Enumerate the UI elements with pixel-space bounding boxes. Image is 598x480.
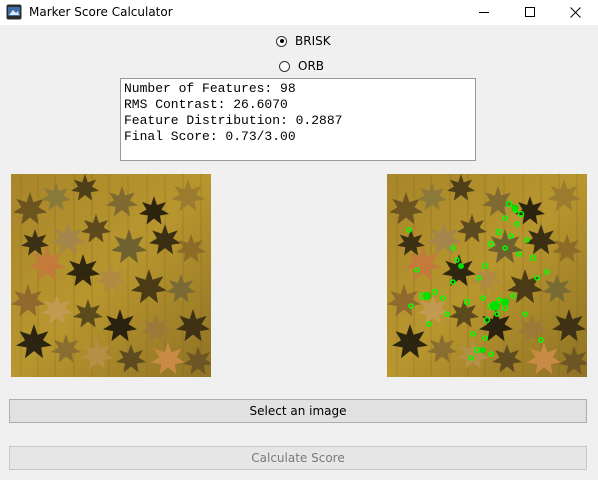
minimize-button[interactable]	[461, 0, 507, 25]
calculate-score-label: Calculate Score	[251, 451, 345, 465]
radio-orb-label: ORB	[298, 59, 325, 73]
close-icon	[570, 7, 581, 18]
keypoints-image	[387, 174, 587, 377]
maximize-icon	[525, 7, 535, 17]
features-count-line: Number of Features: 98	[124, 81, 296, 96]
select-image-button[interactable]: Select an image	[9, 399, 587, 423]
window-title: Marker Score Calculator	[29, 5, 173, 19]
maximize-button[interactable]	[507, 0, 553, 25]
original-image	[11, 174, 211, 377]
final-score-line: Final Score: 0.73/3.00	[124, 129, 296, 144]
calculate-score-button[interactable]: Calculate Score	[9, 446, 587, 470]
title-bar: Marker Score Calculator	[0, 0, 598, 25]
leaves-texture	[11, 174, 211, 377]
leaves-texture-with-keypoints	[387, 174, 587, 377]
rms-contrast-line: RMS Contrast: 26.6070	[124, 97, 288, 112]
close-button[interactable]	[552, 0, 598, 25]
radio-brisk-indicator[interactable]	[276, 35, 287, 47]
radio-orb-indicator[interactable]	[279, 60, 290, 72]
radio-brisk[interactable]: BRISK	[276, 34, 331, 48]
select-image-label: Select an image	[249, 404, 347, 418]
radio-orb[interactable]: ORB	[279, 59, 324, 73]
radio-brisk-label: BRISK	[295, 34, 331, 48]
results-textbox[interactable]: Number of Features: 98 RMS Contrast: 26.…	[120, 78, 476, 161]
camera-app-icon	[6, 4, 22, 20]
feature-distribution-line: Feature Distribution: 0.2887	[124, 113, 343, 128]
minimize-icon	[479, 12, 489, 13]
